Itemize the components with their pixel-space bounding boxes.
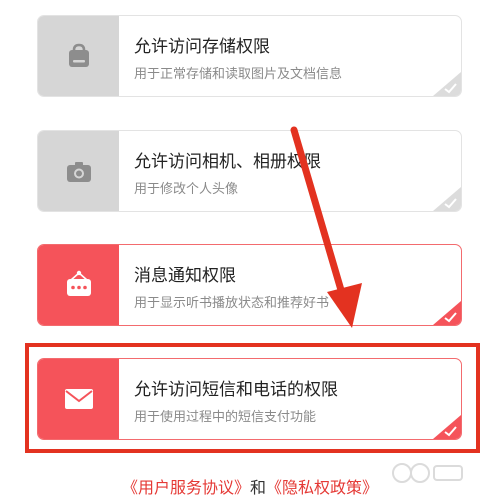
user-agreement-link[interactable]: 《用户服务协议》 xyxy=(122,478,250,497)
footer-separator: 和 xyxy=(249,478,266,497)
privacy-policy-link[interactable]: 《隐私权政策》 xyxy=(266,478,378,497)
annotation-arrow-icon xyxy=(290,126,362,328)
watermark-logo-icon xyxy=(392,463,463,483)
